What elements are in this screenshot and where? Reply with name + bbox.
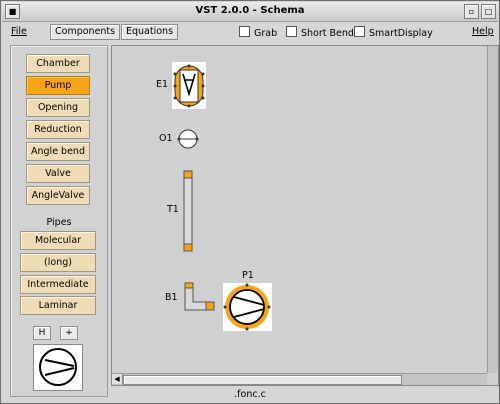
title-bar[interactable]: ■ VST 2.0.0 - Schema ▫ □ [2,2,498,22]
short-bend-checkbox[interactable]: Short Bend [286,26,354,39]
pipe-long[interactable]: (long) [20,253,96,272]
palette-angle-bend[interactable]: Angle bend [26,142,90,161]
component-label-b1: B1 [165,292,178,303]
components-button[interactable]: Components [50,24,121,40]
angle-bend-icon[interactable] [184,282,215,311]
palette-reduction[interactable]: Reduction [26,120,90,139]
pump-icon[interactable] [223,283,272,331]
grab-checkbox-box[interactable] [239,26,250,37]
component-label-e1: E1 [156,79,169,90]
short-bend-checkbox-box[interactable] [286,26,297,37]
palette-chamber[interactable]: Chamber [26,54,90,73]
palette-opening[interactable]: Opening [26,98,90,117]
smart-display-checkbox[interactable]: SmartDisplay [354,26,433,39]
menu-file[interactable]: File [11,26,27,37]
palette-angle-valve[interactable]: AngleValve [26,186,90,205]
pump-icon [39,348,77,386]
window-title: VST 2.0.0 - Schema [195,5,305,16]
opening-icon[interactable] [177,129,199,149]
component-palette: Chamber Pump Opening Reduction Angle ben… [10,45,108,397]
component-preview [33,344,83,391]
minimize-button[interactable]: ▫ [464,4,479,19]
tube-icon[interactable] [183,170,193,252]
plus-button[interactable]: + [60,326,78,340]
pipe-molecular[interactable]: Molecular [20,231,96,250]
vertical-scrollbar[interactable] [487,46,498,373]
horizontal-scrollbar[interactable]: ◀ [112,373,487,385]
smart-display-checkbox-box[interactable] [354,26,365,37]
scroll-left-arrow-icon[interactable]: ◀ [112,374,123,384]
schema-canvas-frame: E1 O1 T1 B1 P1 ◀ [111,45,499,386]
menu-bar: File Components Equations Grab Short Ben… [2,22,498,42]
component-label-t1: T1 [167,204,179,215]
palette-pump[interactable]: Pump [26,76,90,95]
app-window: ■ VST 2.0.0 - Schema ▫ □ File Components… [0,0,500,404]
equations-button[interactable]: Equations [121,24,179,40]
pipe-intermediate[interactable]: Intermediate [20,275,96,294]
horizontal-scroll-thumb[interactable] [123,375,402,385]
status-bar: .fonc.c [234,389,266,400]
chamber-icon[interactable] [172,62,206,109]
h-button[interactable]: H [33,326,51,340]
grab-checkbox[interactable]: Grab [239,26,277,39]
pipe-laminar[interactable]: Laminar [20,296,96,315]
maximize-button[interactable]: □ [481,4,496,19]
component-label-o1: O1 [159,133,173,144]
palette-valve[interactable]: Valve [26,164,90,183]
pipes-label: Pipes [46,217,72,228]
schema-canvas[interactable]: E1 O1 T1 B1 P1 [112,46,487,373]
component-label-p1: P1 [242,270,254,281]
menu-help[interactable]: Help [472,26,494,37]
